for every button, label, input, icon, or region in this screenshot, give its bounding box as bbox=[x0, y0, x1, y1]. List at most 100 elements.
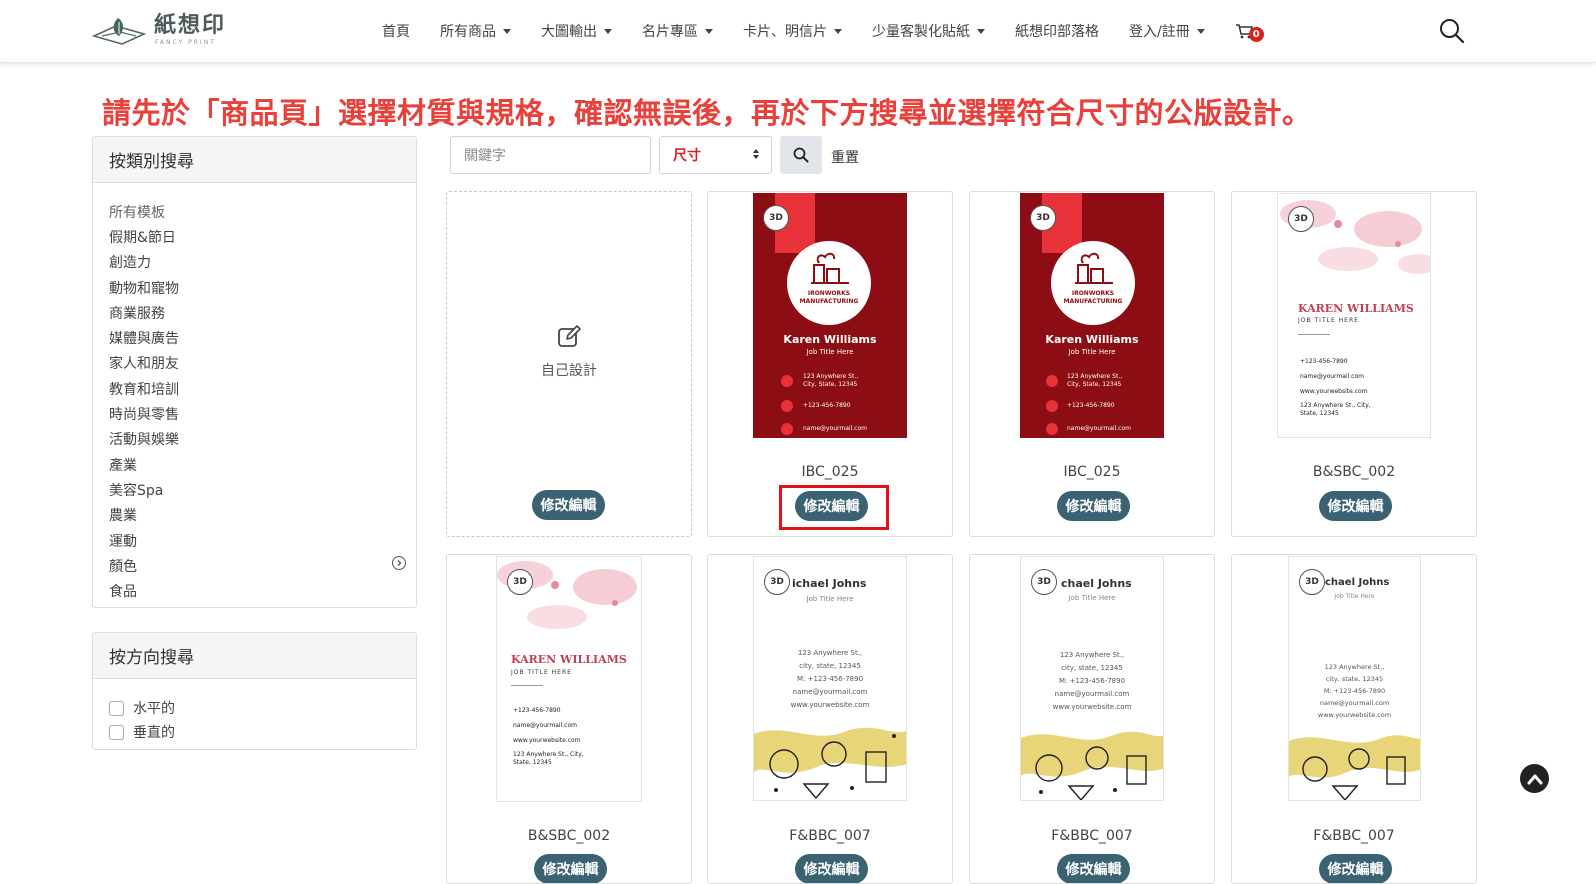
category-item[interactable]: 農業 bbox=[109, 503, 400, 528]
edit-button[interactable]: 修改編輯 bbox=[795, 854, 868, 883]
template-thumbnail[interactable]: KAREN WILLIAMS JOB TITLE HERE +123-456-7… bbox=[496, 556, 642, 802]
nav-custom-stickers[interactable]: 少量客製化貼紙 bbox=[872, 21, 985, 41]
cart-button[interactable]: 0 bbox=[1235, 23, 1264, 42]
category-item[interactable]: 商業服務 bbox=[109, 300, 400, 325]
3d-badge-icon[interactable]: 3D bbox=[764, 569, 790, 595]
category-item[interactable]: 時尚與零售 bbox=[109, 401, 400, 426]
card-address: 123 Anywhere St., bbox=[797, 649, 863, 657]
card-job-title: Job Title Here bbox=[806, 348, 854, 356]
direction-panel-title: 按方向搜尋 bbox=[93, 633, 416, 679]
nav-label: 紙想印部落格 bbox=[1015, 24, 1099, 40]
direction-horizontal[interactable]: 水平的 bbox=[109, 696, 400, 720]
card-web: www.yourwebsite.com bbox=[790, 701, 870, 709]
cart-count-badge: 0 bbox=[1248, 27, 1264, 42]
template-code: IBC_025 bbox=[801, 464, 859, 480]
category-item[interactable]: 活動與娛樂 bbox=[109, 427, 400, 452]
template-thumbnail[interactable]: chael Johns Job Title Here 123 Anywhere … bbox=[1288, 556, 1421, 801]
nav-label: 名片專區 bbox=[642, 24, 698, 40]
horizontal-checkbox[interactable] bbox=[109, 700, 124, 716]
caret-down-icon bbox=[1196, 28, 1205, 34]
category-item[interactable]: 創造力 bbox=[109, 250, 400, 275]
category-item[interactable]: 假期&節日 bbox=[109, 224, 400, 249]
template-card[interactable]: chael Johns Job Title Here 123 Anywhere … bbox=[1231, 554, 1477, 884]
card-address: 123 Anywhere St., City, State, 12345 bbox=[1300, 402, 1371, 417]
category-item[interactable]: 教育和培訓 bbox=[109, 376, 400, 401]
nav-all-products[interactable]: 所有商品 bbox=[440, 21, 511, 41]
caret-down-icon bbox=[977, 28, 985, 34]
food-doodle-icon bbox=[754, 724, 906, 800]
template-card[interactable]: KAREN WILLIAMS JOB TITLE HERE +123-456-7… bbox=[1231, 191, 1477, 537]
edit-button[interactable]: 修改編輯 bbox=[1057, 491, 1130, 521]
template-card[interactable]: IRONWORKS MANUFACTURING Karen Williams J… bbox=[969, 191, 1215, 537]
main-nav: 首頁 所有商品 大圖輸出 名片專區 卡片、明信片 少量客製化貼紙 紙想印部落格 … bbox=[382, 20, 1264, 42]
card-phone: M: +123-456-7890 bbox=[1323, 687, 1386, 695]
direction-vertical[interactable]: 垂直的 bbox=[109, 720, 400, 744]
vertical-checkbox[interactable] bbox=[109, 724, 124, 740]
card-phone: +123-456-7890 bbox=[1067, 402, 1115, 409]
edit-button[interactable]: 修改編輯 bbox=[534, 854, 607, 883]
edit-button[interactable]: 修改編輯 bbox=[532, 490, 605, 520]
size-select-value: 尺寸 bbox=[673, 148, 701, 164]
category-item[interactable]: 產業 bbox=[109, 452, 400, 477]
category-item[interactable]: 運動 bbox=[109, 528, 400, 553]
category-item[interactable]: 美容Spa bbox=[109, 477, 400, 502]
3d-badge-icon[interactable]: 3D bbox=[507, 569, 533, 595]
nav-business-cards[interactable]: 名片專區 bbox=[642, 21, 713, 41]
template-thumbnail[interactable]: KAREN WILLIAMS JOB TITLE HERE +123-456-7… bbox=[1277, 193, 1431, 438]
edit-button[interactable]: 修改編輯 bbox=[1319, 491, 1392, 521]
brand-name: 紙想印 bbox=[154, 12, 227, 38]
nav-label: 大圖輸出 bbox=[541, 24, 597, 40]
template-code: F&BBC_007 bbox=[1313, 828, 1395, 844]
card-address: 123 Anywhere St., bbox=[1324, 663, 1385, 671]
template-code: F&BBC_007 bbox=[789, 828, 871, 844]
factory-icon bbox=[811, 252, 849, 284]
template-thumbnail[interactable]: IRONWORKS MANUFACTURING Karen Williams J… bbox=[1020, 193, 1164, 438]
logo-icon bbox=[92, 18, 146, 45]
category-item[interactable]: 顏色 bbox=[109, 553, 400, 578]
card-address: 123 Anywhere St., City, State, 12345 bbox=[803, 373, 859, 388]
3d-badge-icon[interactable]: 3D bbox=[1031, 569, 1057, 595]
template-card[interactable]: ichael Johns Job Title Here 123 Anywhere… bbox=[707, 554, 953, 884]
template-thumbnail[interactable]: ichael Johns Job Title Here 123 Anywhere… bbox=[753, 556, 907, 801]
search-button[interactable] bbox=[780, 136, 822, 174]
back-to-top-button[interactable] bbox=[1520, 764, 1549, 793]
card-address-2: city, state, 12345 bbox=[1061, 664, 1123, 672]
nav-blog[interactable]: 紙想印部落格 bbox=[1015, 21, 1099, 41]
nav-home[interactable]: 首頁 bbox=[382, 21, 410, 41]
template-card[interactable]: KAREN WILLIAMS JOB TITLE HERE +123-456-7… bbox=[446, 554, 692, 884]
nav-label: 卡片、明信片 bbox=[743, 24, 827, 40]
card-address-2: city, state, 12345 bbox=[799, 662, 861, 670]
nav-label: 首頁 bbox=[382, 24, 410, 40]
3d-badge-icon[interactable]: 3D bbox=[1030, 205, 1056, 231]
card-phone: M: +123-456-7890 bbox=[796, 675, 864, 683]
edit-button[interactable]: 修改編輯 bbox=[1319, 854, 1392, 883]
category-filter-panel: 按類別搜尋 所有模板 假期&節日 創造力 動物和寵物 商業服務 媒體與廣告 家人… bbox=[92, 136, 417, 608]
keyword-placeholder: 關鍵字 bbox=[464, 148, 506, 164]
3d-badge-icon[interactable]: 3D bbox=[1288, 206, 1314, 232]
size-select[interactable]: 尺寸 bbox=[659, 136, 772, 174]
card-job-title: Job Title Here bbox=[806, 595, 854, 603]
nav-login-register[interactable]: 登入/註冊 bbox=[1129, 21, 1205, 41]
card-email: name@yourmail.com bbox=[1054, 690, 1130, 698]
category-item[interactable]: 食品 bbox=[109, 578, 400, 603]
brand-logo[interactable]: 紙想印 FANCY PRINT bbox=[92, 12, 226, 48]
category-item[interactable]: 動物和寵物 bbox=[109, 275, 400, 300]
template-card[interactable]: chael Johns Job Title Here 123 Anywhere … bbox=[969, 554, 1215, 884]
header-search-button[interactable] bbox=[1438, 17, 1466, 49]
3d-badge-icon[interactable]: 3D bbox=[763, 205, 789, 231]
nav-cards-postcards[interactable]: 卡片、明信片 bbox=[743, 21, 842, 41]
self-design-card[interactable]: 自己設計 修改編輯 bbox=[446, 191, 692, 537]
category-item[interactable]: 所有模板 bbox=[109, 199, 400, 224]
category-item[interactable]: 媒體與廣告 bbox=[109, 325, 400, 350]
template-thumbnail[interactable]: IRONWORKS MANUFACTURING Karen Williams J… bbox=[753, 193, 907, 438]
category-item[interactable]: 家人和朋友 bbox=[109, 351, 400, 376]
caret-down-icon bbox=[604, 28, 612, 34]
expand-colors-icon[interactable] bbox=[392, 556, 406, 570]
nav-large-format[interactable]: 大圖輸出 bbox=[541, 21, 612, 41]
3d-badge-icon[interactable]: 3D bbox=[1299, 569, 1325, 595]
factory-icon bbox=[1075, 252, 1113, 284]
edit-button[interactable]: 修改編輯 bbox=[1057, 854, 1130, 883]
keyword-input[interactable]: 關鍵字 bbox=[450, 136, 651, 174]
template-thumbnail[interactable]: chael Johns Job Title Here 123 Anywhere … bbox=[1020, 556, 1164, 801]
reset-link[interactable]: 重置 bbox=[831, 147, 859, 167]
